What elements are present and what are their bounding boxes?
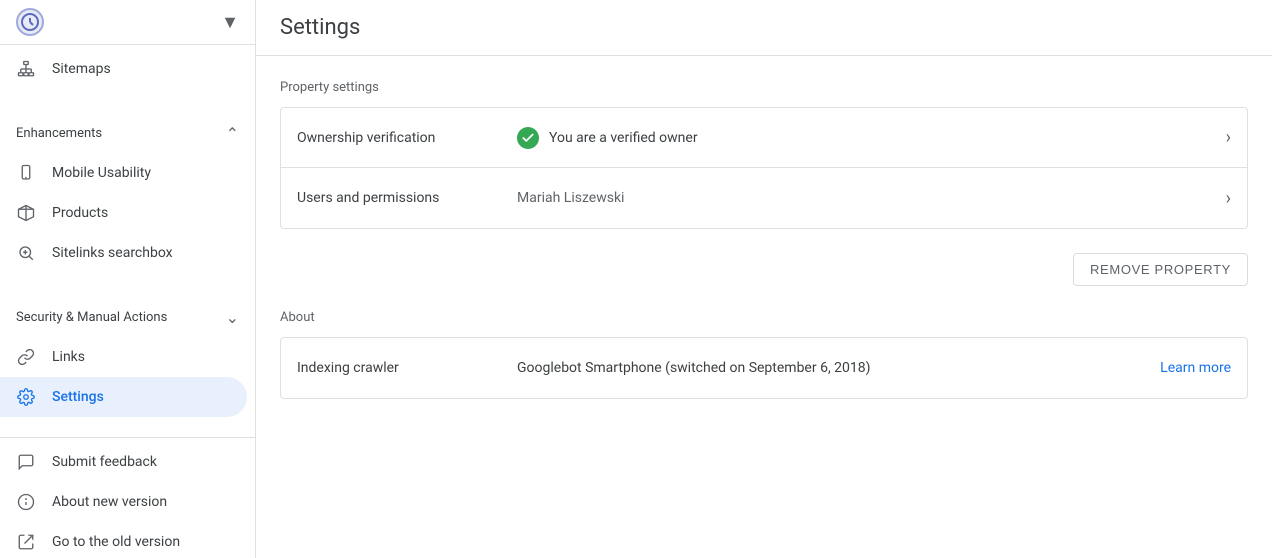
sidebar-bottom: Submit feedback About new version Go t bbox=[0, 437, 255, 558]
security-chevron-icon: ⌄ bbox=[226, 308, 239, 327]
indexing-crawler-content: Googlebot Smartphone (switched on Septem… bbox=[517, 360, 1160, 376]
sidebar-item-about-new-version[interactable]: About new version bbox=[0, 482, 247, 522]
feedback-icon bbox=[16, 452, 36, 472]
security-title: Security & Manual Actions bbox=[16, 310, 167, 325]
main-content-area: Settings Property settings Ownership ver… bbox=[256, 0, 1272, 558]
sidebar-top-section: Sitemaps bbox=[0, 45, 255, 93]
security-header[interactable]: Security & Manual Actions ⌄ bbox=[0, 297, 255, 337]
sidebar-item-products[interactable]: Products bbox=[0, 193, 247, 233]
users-permissions-row[interactable]: Users and permissions Mariah Liszewski › bbox=[281, 168, 1247, 228]
property-settings-label: Property settings bbox=[280, 80, 1248, 95]
main-content: Property settings Ownership verification… bbox=[256, 56, 1272, 447]
sidebar-item-label: Settings bbox=[52, 389, 104, 405]
sitemap-icon bbox=[16, 59, 36, 79]
ownership-verification-arrow-icon: › bbox=[1226, 127, 1231, 148]
learn-more-link[interactable]: Learn more bbox=[1160, 360, 1231, 376]
property-settings-card: Ownership verification You are a verifie… bbox=[280, 107, 1248, 229]
users-permissions-label: Users and permissions bbox=[297, 190, 517, 206]
info-icon bbox=[16, 492, 36, 512]
remove-property-button[interactable]: REMOVE PROPERTY bbox=[1073, 253, 1248, 286]
sidebar-item-label: Mobile Usability bbox=[52, 165, 151, 181]
ownership-verification-label: Ownership verification bbox=[297, 130, 517, 146]
logo-icon bbox=[16, 8, 44, 36]
sitelinks-icon bbox=[16, 243, 36, 263]
sidebar-item-submit-feedback[interactable]: Submit feedback bbox=[0, 442, 247, 482]
main-header: Settings bbox=[256, 0, 1272, 56]
indexing-crawler-value: Googlebot Smartphone (switched on Septem… bbox=[517, 360, 871, 376]
remove-property-container: REMOVE PROPERTY bbox=[280, 253, 1248, 286]
sidebar-item-label: Submit feedback bbox=[52, 454, 157, 470]
export-icon bbox=[16, 532, 36, 552]
enhancements-chevron-icon: ⌃ bbox=[226, 124, 239, 143]
mobile-icon bbox=[16, 163, 36, 183]
sidebar-item-label: Products bbox=[52, 205, 108, 221]
sidebar-item-label: Go to the old version bbox=[52, 534, 180, 550]
sidebar-item-links[interactable]: Links bbox=[0, 337, 247, 377]
sidebar-item-label: Sitemaps bbox=[52, 61, 111, 77]
users-permissions-arrow-icon: › bbox=[1226, 188, 1231, 209]
verified-icon bbox=[517, 127, 539, 149]
sidebar-logo bbox=[16, 8, 44, 36]
page-title: Settings bbox=[280, 15, 360, 40]
sidebar-item-go-to-old-version[interactable]: Go to the old version bbox=[0, 522, 247, 558]
sidebar-item-label: Sitelinks searchbox bbox=[52, 245, 173, 261]
sidebar-item-sitemaps[interactable]: Sitemaps bbox=[0, 49, 247, 89]
indexing-crawler-label: Indexing crawler bbox=[297, 360, 517, 376]
ownership-verification-content: You are a verified owner bbox=[517, 127, 1226, 149]
enhancements-title: Enhancements bbox=[16, 126, 102, 141]
sidebar-item-settings[interactable]: Settings bbox=[0, 377, 247, 417]
products-icon bbox=[16, 203, 36, 223]
sidebar-item-sitelinks-searchbox[interactable]: Sitelinks searchbox bbox=[0, 233, 247, 273]
sidebar-collapse-icon[interactable]: ▼ bbox=[221, 12, 239, 33]
sidebar-item-mobile-usability[interactable]: Mobile Usability bbox=[0, 153, 247, 193]
ownership-verification-row[interactable]: Ownership verification You are a verifie… bbox=[281, 108, 1247, 168]
ownership-verification-value: You are a verified owner bbox=[549, 130, 698, 146]
sidebar-header: ▼ bbox=[0, 0, 255, 45]
sidebar-security-section: Security & Manual Actions ⌄ Links Settin… bbox=[0, 293, 255, 421]
sidebar: ▼ Sitemaps Enhance bbox=[0, 0, 256, 558]
sidebar-item-label: About new version bbox=[52, 494, 167, 510]
users-permissions-value: Mariah Liszewski bbox=[517, 190, 624, 206]
about-card: Indexing crawler Googlebot Smartphone (s… bbox=[280, 337, 1248, 399]
indexing-crawler-row[interactable]: Indexing crawler Googlebot Smartphone (s… bbox=[281, 338, 1247, 398]
sidebar-enhancements-section: Enhancements ⌃ Mobile Usability Products bbox=[0, 109, 255, 277]
sidebar-item-label: Links bbox=[52, 349, 85, 365]
enhancements-header[interactable]: Enhancements ⌃ bbox=[0, 113, 255, 153]
about-label: About bbox=[280, 310, 1248, 325]
settings-icon bbox=[16, 387, 36, 407]
users-permissions-content: Mariah Liszewski bbox=[517, 190, 1226, 206]
links-icon bbox=[16, 347, 36, 367]
